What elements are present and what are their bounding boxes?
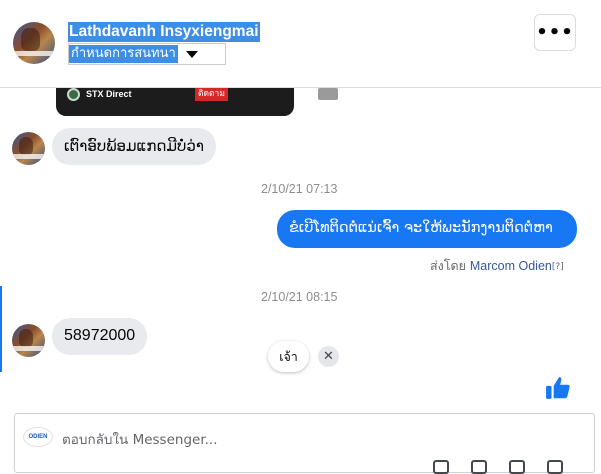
message-bubble-incoming: ເຕົາອົບພ້ອມແກດມີບໍ່ວ່າ xyxy=(52,128,216,165)
composer-toolbar xyxy=(433,460,563,474)
reply-input-placeholder[interactable]: ตอบกลับใน Messenger... xyxy=(62,428,218,450)
message-composer[interactable]: ODIEN ตอบกลับใน Messenger... xyxy=(14,413,595,474)
close-icon[interactable]: ✕ xyxy=(318,346,339,367)
image-icon[interactable] xyxy=(509,460,525,474)
sticker-icon[interactable] xyxy=(547,460,563,474)
contact-name[interactable]: Lathdavanh Insyxiengmai xyxy=(68,22,260,42)
contact-avatar[interactable] xyxy=(13,22,55,64)
message-timestamp: 2/10/21 07:13 xyxy=(261,182,338,196)
page-logo: ODIEN xyxy=(23,427,53,447)
message-bubble-incoming: 58972000 xyxy=(52,318,148,355)
player-control-icon xyxy=(318,88,338,100)
channel-logo xyxy=(67,88,80,101)
caret-down-icon xyxy=(185,50,198,58)
more-options-button[interactable]: ••• xyxy=(534,14,576,51)
help-link[interactable]: [?] xyxy=(552,262,564,272)
ellipsis-icon: ••• xyxy=(536,22,574,43)
sent-by-prefix: ส่งโดย xyxy=(430,258,466,273)
message-bubble-outgoing: ຂໍເບີໂທຕິດຕໍ່ແນ່ເຈົ້າ ຈະໃຫ້ພະນັກງານຕິດຕໍ… xyxy=(277,210,577,248)
message-timestamp: 2/10/21 08:15 xyxy=(261,290,338,304)
attachment-icon[interactable] xyxy=(433,460,449,474)
assign-conversation-select[interactable]: กำหนดการสนทนา xyxy=(68,43,226,65)
active-thread-indicator xyxy=(0,286,2,372)
quick-reply-chip[interactable]: เจ้า xyxy=(268,341,309,372)
sent-by-label: ส่งโดย Marcom Odien[?] xyxy=(430,256,564,276)
sent-by-agent[interactable]: Marcom Odien xyxy=(470,259,552,273)
thumbs-up-icon[interactable] xyxy=(545,375,571,401)
sender-avatar[interactable] xyxy=(12,324,45,357)
sender-avatar[interactable] xyxy=(12,132,45,165)
conversation-header: Lathdavanh Insyxiengmai กำหนดการสนทนา ••… xyxy=(0,0,601,88)
assign-select-value: กำหนดการสนทนา xyxy=(69,45,178,63)
emoji-icon[interactable] xyxy=(471,460,487,474)
channel-name: STX Direct xyxy=(86,89,132,99)
subscribe-badge: ติดตาม xyxy=(195,88,228,101)
shared-video-card[interactable]: STX Direct ติดตาม xyxy=(56,88,338,116)
